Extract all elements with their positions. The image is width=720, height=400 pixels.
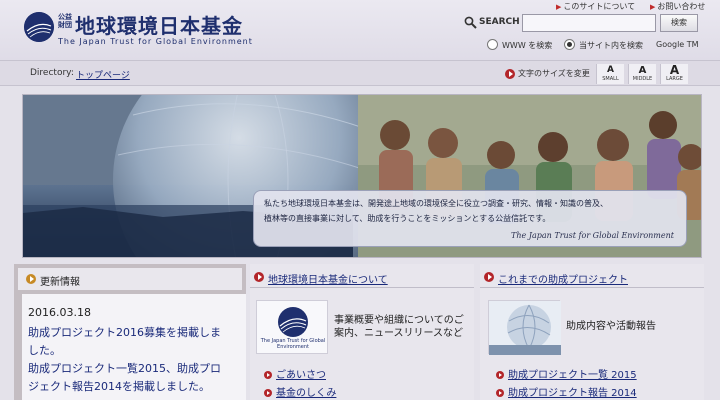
news-item-line[interactable]: 助成プロジェクト一覧2015、助成プロ: [28, 360, 221, 376]
bullet-arrow-icon: [254, 272, 264, 282]
fund-structure-link[interactable]: 基金のしくみ: [264, 384, 336, 399]
hero-banner: 私たち地球環境日本基金は、開発途上地域の環境保全に役立つ調査・研究、情報・知識の…: [22, 94, 702, 258]
bullet-arrow-icon: [26, 274, 36, 284]
search-button[interactable]: 検索: [660, 14, 698, 32]
contact-link[interactable]: ▶ お問い合わせ: [650, 1, 705, 12]
site-subtitle: The Japan Trust for Global Environment: [58, 37, 253, 46]
news-panel: 更新情報 2016.03.18 助成プロジェクト2016募集を掲載しま した。 …: [14, 264, 246, 400]
search-site-label: 当サイト内を検索: [579, 41, 643, 50]
breadcrumb-bar: Directory: トップページ 文字のサイズを変更 A SMALL A MI…: [0, 60, 720, 86]
search-site-radio[interactable]: [564, 39, 575, 50]
arrow-right-icon: ▶: [556, 3, 562, 11]
projects-title[interactable]: これまでの助成プロジェクト: [498, 271, 628, 286]
about-site-link[interactable]: ▶ このサイトについて: [556, 1, 635, 12]
globe-icon: [489, 301, 561, 355]
search-icon: [464, 16, 477, 29]
font-size-small-button[interactable]: A SMALL: [596, 64, 624, 84]
font-size-label: 文字のサイズを変更: [518, 69, 590, 78]
search-input[interactable]: [522, 14, 656, 32]
bullet-arrow-icon: [264, 371, 272, 379]
projects-header[interactable]: これまでの助成プロジェクト: [480, 266, 704, 288]
projects-description: 助成内容や活動報告: [566, 321, 656, 332]
site-header: 公益財団 地球環境日本基金 The Japan Trust for Global…: [0, 0, 720, 60]
greeting-link[interactable]: ごあいさつ: [264, 366, 326, 381]
breadcrumb-home-link[interactable]: トップページ: [76, 68, 130, 81]
thumbnail-caption: The Japan Trust for Global Environment: [260, 338, 326, 350]
font-size-large-button[interactable]: A LARGE: [660, 64, 688, 84]
hero-signature: The Japan Trust for Global Environment: [511, 231, 674, 240]
search-provider: Google TM: [656, 40, 699, 49]
project-report-2014-link[interactable]: 助成プロジェクト報告 2014: [496, 384, 637, 399]
search-label: SEARCH: [479, 17, 520, 27]
hero-caption: 私たち地球環境日本基金は、開発途上地域の環境保全に役立つ調査・研究、情報・知識の…: [253, 190, 687, 247]
arrow-right-icon: ▶: [650, 3, 656, 11]
news-item-line[interactable]: 助成プロジェクト2016募集を掲載しま: [28, 324, 221, 340]
about-description-line2: 案内、ニュースリリースなど: [334, 328, 463, 339]
news-item-line[interactable]: ジェクト報告2014を掲載しました。: [28, 378, 210, 394]
news-date: 2016.03.18: [28, 306, 91, 319]
mission-text-line2: 植林等の直接事業に対して、助成を行うことをミッションとする公益信託です。: [264, 214, 551, 223]
search-www-radio[interactable]: [487, 39, 498, 50]
search-www-label: WWW を検索: [502, 41, 553, 50]
about-title[interactable]: 地球環境日本基金について: [268, 271, 388, 286]
bullet-arrow-icon: [505, 69, 515, 79]
directory-label: Directory:: [30, 68, 74, 78]
news-item-line[interactable]: した。: [28, 342, 61, 358]
about-thumbnail[interactable]: The Japan Trust for Global Environment: [256, 300, 328, 354]
site-title[interactable]: 地球環境日本基金: [75, 10, 243, 39]
globe-logo-icon[interactable]: [24, 12, 54, 42]
project-list-2015-link[interactable]: 助成プロジェクト一覧 2015: [496, 366, 637, 381]
news-body: 2016.03.18 助成プロジェクト2016募集を掲載しま した。 助成プロジ…: [22, 294, 246, 400]
bullet-arrow-icon: [496, 389, 504, 397]
about-header[interactable]: 地球環境日本基金について: [250, 266, 474, 288]
bullet-arrow-icon: [496, 371, 504, 379]
bullet-arrow-icon: [484, 272, 494, 282]
about-panel: 地球環境日本基金について The Japan Trust for Global …: [250, 264, 474, 400]
font-size-middle-button[interactable]: A MIDDLE: [628, 64, 656, 84]
logo-prefix: 公益財団: [58, 13, 72, 29]
about-description-line1: 事業概要や組織についてのご: [334, 315, 464, 326]
bullet-arrow-icon: [264, 389, 272, 397]
projects-thumbnail[interactable]: [488, 300, 561, 355]
news-title: 更新情報: [40, 277, 80, 288]
mission-text-line1: 私たち地球環境日本基金は、開発途上地域の環境保全に役立つ調査・研究、情報・知識の…: [264, 199, 608, 208]
news-header: 更新情報: [18, 268, 242, 290]
projects-panel: これまでの助成プロジェクト 助成内容や活動報告 助成プロジェクト一覧 2015 …: [480, 264, 704, 400]
